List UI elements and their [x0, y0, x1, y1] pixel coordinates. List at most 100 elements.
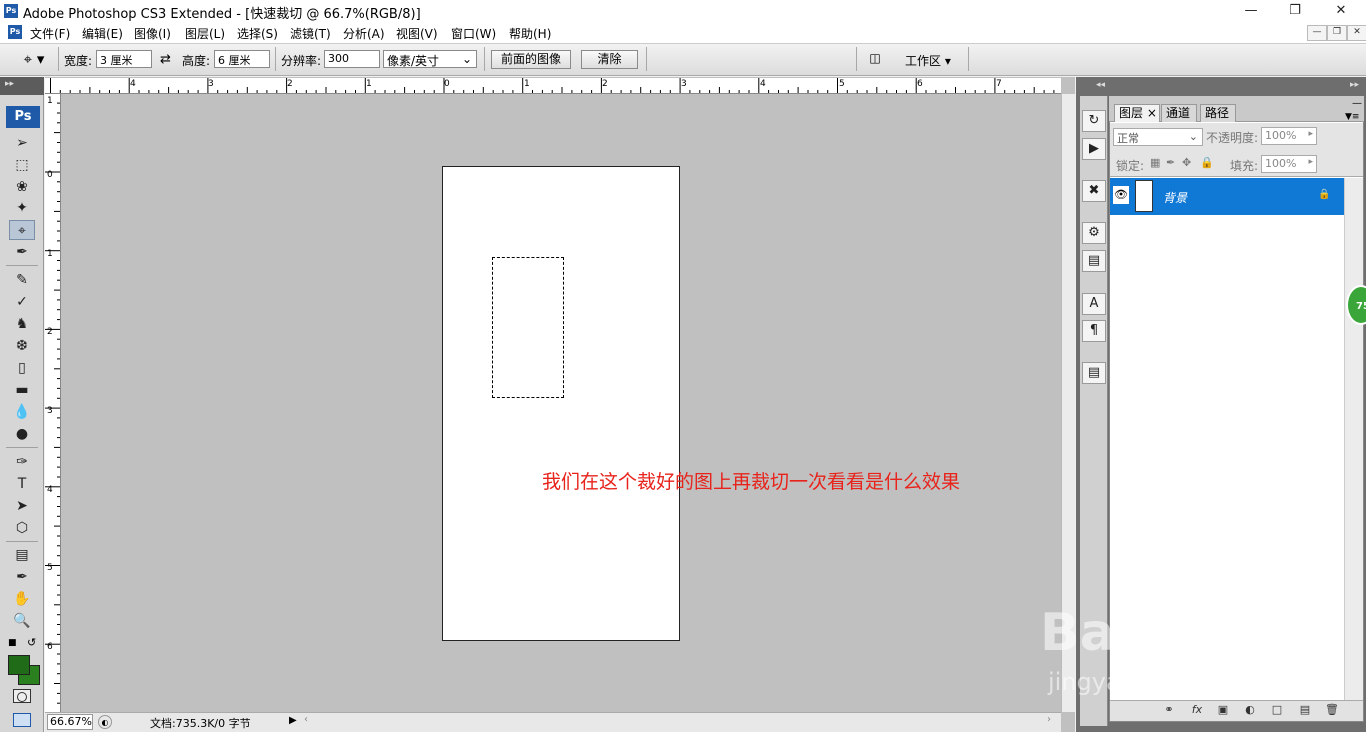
blur-tool-icon[interactable]: 💧 — [9, 402, 35, 422]
toolbox-header[interactable]: ▸▸ — [0, 77, 44, 95]
foreground-color-swatch[interactable] — [8, 655, 30, 675]
doc-close-icon[interactable]: ✕ — [1347, 25, 1366, 41]
delete-layer-icon[interactable]: 🗑 — [1323, 702, 1341, 718]
character-panel-icon[interactable]: A — [1082, 293, 1106, 315]
tab-layers-label: 图层 — [1119, 106, 1144, 120]
tool-presets-panel-icon[interactable]: ✖ — [1082, 180, 1106, 202]
history-panel-icon[interactable]: ↻ — [1082, 110, 1106, 132]
close-icon[interactable]: ✕ — [1318, 0, 1364, 22]
panel-menu-icon[interactable]: ▼≡ — [1345, 112, 1359, 122]
menu-image[interactable]: 图像(I) — [134, 25, 171, 42]
scroll-right-icon[interactable]: › — [1047, 714, 1055, 725]
ruler-label: 1 — [366, 79, 372, 89]
link-layers-icon[interactable]: ⚭ — [1160, 702, 1178, 718]
marquee-tool-icon[interactable]: ⬚ — [9, 155, 35, 175]
lock-image-icon[interactable]: ✒ — [1166, 156, 1175, 169]
height-field[interactable]: 6 厘米 — [214, 50, 270, 68]
eraser-tool-icon[interactable]: ▯ — [9, 358, 35, 378]
tab-channels[interactable]: 通道 — [1161, 104, 1197, 122]
dodge-tool-icon[interactable]: ● — [9, 424, 35, 444]
actions-panel-icon[interactable]: ▶ — [1082, 138, 1106, 160]
paragraph-panel-icon[interactable]: ¶ — [1082, 320, 1106, 342]
dock-collapse-icon[interactable]: ◂◂ — [1096, 80, 1105, 90]
status-menu-arrow-icon[interactable]: ▶ — [289, 714, 301, 728]
menu-select[interactable]: 选择(S) — [237, 25, 278, 42]
menu-filter[interactable]: 滤镜(T) — [290, 25, 331, 42]
tab-layers[interactable]: 图层 × — [1114, 104, 1160, 122]
slice-tool-icon[interactable]: ✒ — [9, 242, 35, 262]
new-layer-icon[interactable]: ▤ — [1296, 702, 1314, 718]
shape-tool-icon[interactable]: ⬡ — [9, 518, 35, 538]
layers-scrollbar[interactable] — [1344, 178, 1363, 700]
eyedropper-tool-icon[interactable]: ✒ — [9, 567, 35, 587]
brush-tool-icon[interactable]: ✓ — [9, 292, 35, 312]
swap-colors-icon[interactable]: ↺ — [27, 636, 36, 649]
status-info-icon[interactable]: ◐ — [98, 715, 112, 729]
dock-expand-icon[interactable]: ▸▸ — [1350, 80, 1359, 90]
menu-analysis[interactable]: 分析(A) — [343, 25, 385, 42]
tab-paths[interactable]: 路径 — [1200, 104, 1236, 122]
pen-tool-icon[interactable]: ✑ — [9, 452, 35, 472]
height-label: 高度: — [182, 54, 211, 68]
adjustment-layer-icon[interactable]: ◐ — [1241, 702, 1259, 718]
scroll-left-icon[interactable]: ‹ — [304, 714, 312, 725]
new-group-icon[interactable]: □ — [1268, 702, 1286, 718]
menu-edit[interactable]: 编辑(E) — [82, 25, 123, 42]
move-tool-icon[interactable]: ➢ — [9, 133, 35, 153]
front-image-button[interactable]: 前面的图像 — [491, 50, 571, 69]
crop-tool-icon[interactable]: ⌖ — [9, 220, 35, 240]
panel-minimize-icon[interactable]: — — [1352, 98, 1362, 109]
minimize-icon[interactable]: — — [1228, 0, 1274, 22]
brushes-panel-icon[interactable]: ⚙ — [1082, 222, 1106, 244]
visibility-eye-icon[interactable]: 👁 — [1113, 186, 1129, 204]
fill-field[interactable]: 100% ▸ — [1261, 155, 1317, 173]
width-field[interactable]: 3 厘米 — [96, 50, 152, 68]
crop-tool-preset-icon[interactable]: ⌖ ▾ — [14, 48, 54, 70]
lasso-tool-icon[interactable]: ❀ — [9, 177, 35, 197]
menu-file[interactable]: 文件(F) — [30, 25, 70, 42]
document-canvas[interactable] — [442, 166, 680, 641]
lock-all-icon[interactable]: 🔒 — [1200, 156, 1214, 169]
swap-dimensions-icon[interactable]: ⇄ — [160, 52, 171, 67]
menu-window[interactable]: 窗口(W) — [451, 25, 496, 42]
clear-button[interactable]: 清除 — [581, 50, 638, 69]
lock-transparent-icon[interactable]: ▦ — [1150, 156, 1160, 169]
gradient-tool-icon[interactable]: ▬ — [9, 380, 35, 400]
ps-logo[interactable]: Ps — [6, 106, 40, 128]
type-tool-icon[interactable]: T — [9, 474, 35, 494]
close-tab-icon[interactable]: × — [1147, 106, 1157, 120]
blend-mode-select[interactable]: 正常 ⌄ — [1113, 128, 1203, 146]
crop-selection-marquee[interactable] — [492, 257, 564, 398]
menu-view[interactable]: 视图(V) — [396, 25, 438, 42]
screen-mode-icon[interactable] — [13, 713, 31, 727]
divider — [968, 47, 969, 71]
zoom-tool-icon[interactable]: 🔍 — [9, 611, 35, 631]
quick-mask-icon[interactable] — [13, 689, 31, 703]
doc-restore-icon[interactable]: ❐ — [1327, 25, 1347, 41]
bridge-icon[interactable]: ◫ — [864, 51, 886, 67]
lock-position-icon[interactable]: ✥ — [1182, 156, 1191, 169]
menu-layer[interactable]: 图层(L) — [185, 25, 225, 42]
default-colors-icon[interactable]: ■ — [8, 638, 17, 648]
restore-icon[interactable]: ❐ — [1272, 0, 1318, 22]
layer-style-icon[interactable]: fx — [1188, 702, 1206, 718]
history-brush-tool-icon[interactable]: ❆ — [9, 336, 35, 356]
resolution-unit-select[interactable]: 像素/英寸 ⌄ — [383, 50, 477, 68]
notes-tool-icon[interactable]: ▤ — [9, 545, 35, 565]
layer-name[interactable]: 背景 — [1163, 189, 1187, 206]
layer-comps-panel-icon[interactable]: ▤ — [1082, 362, 1106, 384]
workspace-menu[interactable]: 工作区 ▾ — [905, 52, 951, 69]
menu-help[interactable]: 帮助(H) — [509, 25, 551, 42]
magic-wand-tool-icon[interactable]: ✦ — [9, 198, 35, 218]
clone-source-panel-icon[interactable]: ▤ — [1082, 250, 1106, 272]
path-selection-tool-icon[interactable]: ➤ — [9, 496, 35, 516]
zoom-level-field[interactable]: 66.67% — [47, 714, 93, 730]
clone-stamp-tool-icon[interactable]: ♞ — [9, 314, 35, 334]
ps-menu-icon[interactable]: Ps — [8, 25, 22, 39]
healing-brush-tool-icon[interactable]: ✎ — [9, 270, 35, 290]
opacity-field[interactable]: 100% ▸ — [1261, 127, 1317, 145]
doc-minimize-icon[interactable]: — — [1307, 25, 1327, 41]
layer-mask-icon[interactable]: ▣ — [1214, 702, 1232, 718]
resolution-field[interactable]: 300 — [324, 50, 380, 68]
hand-tool-icon[interactable]: ✋ — [9, 589, 35, 609]
